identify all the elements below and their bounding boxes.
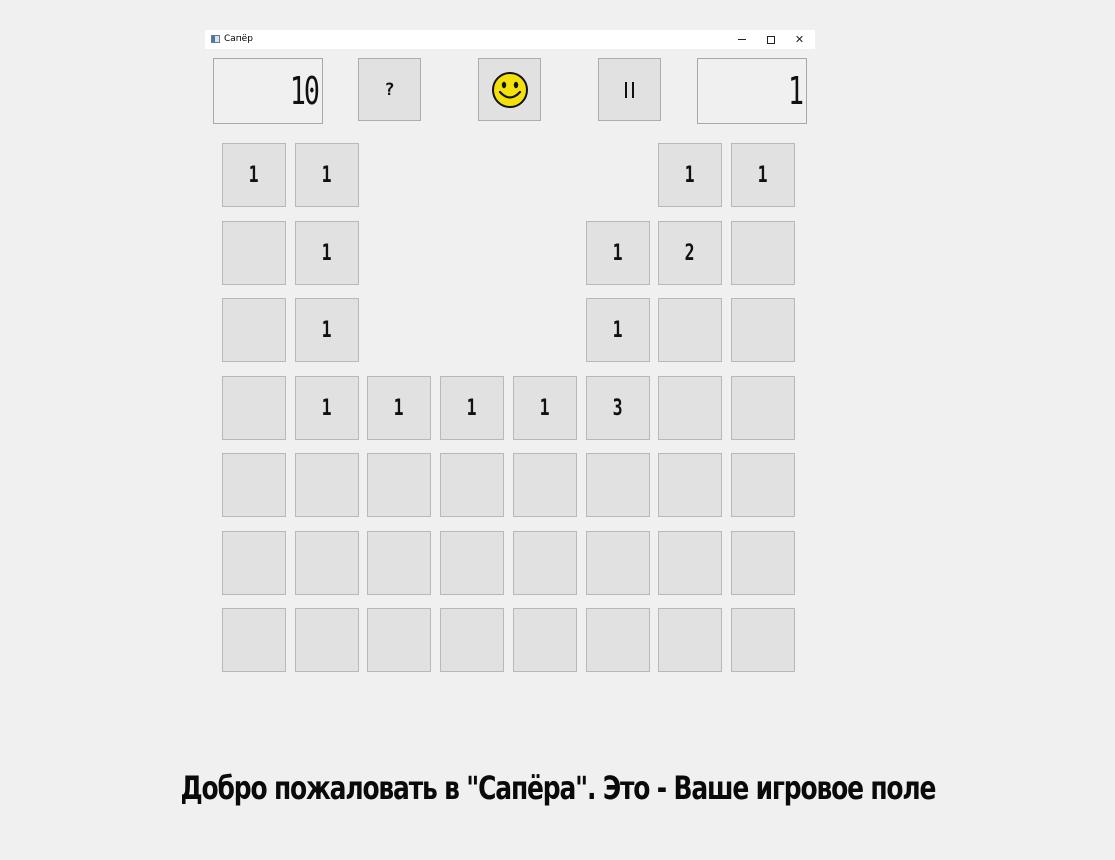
cell-number[interactable]: 1 bbox=[658, 143, 722, 207]
cell-number-label: 1 bbox=[613, 317, 623, 343]
cell-closed[interactable] bbox=[222, 453, 286, 517]
cell-number-label: 1 bbox=[322, 395, 332, 421]
new-game-button[interactable] bbox=[478, 58, 541, 121]
cell-open bbox=[367, 143, 431, 207]
app-icon bbox=[211, 35, 220, 43]
cell-closed[interactable] bbox=[295, 531, 359, 595]
cell-number[interactable]: 1 bbox=[295, 298, 359, 362]
timer-value: 1 bbox=[788, 69, 804, 113]
cell-number[interactable]: 1 bbox=[440, 376, 504, 440]
cell-number[interactable]: 1 bbox=[586, 298, 650, 362]
cell-closed[interactable] bbox=[586, 453, 650, 517]
cell-number[interactable]: 2 bbox=[658, 221, 722, 285]
cell-closed[interactable] bbox=[222, 376, 286, 440]
cell-open bbox=[367, 221, 431, 285]
maximize-button[interactable] bbox=[756, 30, 785, 49]
cell-closed[interactable] bbox=[731, 608, 795, 672]
cell-number[interactable]: 1 bbox=[295, 143, 359, 207]
cell-number-label: 2 bbox=[685, 240, 695, 266]
cell-number-label: 1 bbox=[322, 317, 332, 343]
cell-number-label: 1 bbox=[758, 162, 768, 188]
cell-number[interactable]: 1 bbox=[513, 376, 577, 440]
cell-closed[interactable] bbox=[658, 608, 722, 672]
cell-open bbox=[440, 221, 504, 285]
hint-button[interactable]: ? bbox=[358, 58, 421, 121]
app-window: Сапёр ✕ 10 ? 1 1 1 1 1 1 1 2 1 1 1 1 1 1 3 bbox=[205, 30, 815, 690]
cell-closed[interactable] bbox=[513, 531, 577, 595]
welcome-message: Добро пожаловать в "Сапёра". Это - Ваше … bbox=[0, 766, 1115, 810]
cell-closed[interactable] bbox=[658, 298, 722, 362]
cell-number[interactable]: 1 bbox=[295, 376, 359, 440]
window-title: Сапёр bbox=[224, 34, 253, 44]
minimize-icon bbox=[737, 39, 746, 40]
cell-closed[interactable] bbox=[731, 376, 795, 440]
cell-open bbox=[367, 298, 431, 362]
cell-closed[interactable] bbox=[513, 608, 577, 672]
cell-number-label: 3 bbox=[613, 395, 623, 421]
cell-closed[interactable] bbox=[658, 531, 722, 595]
cell-closed[interactable] bbox=[731, 453, 795, 517]
cell-closed[interactable] bbox=[222, 298, 286, 362]
minefield-grid: 1 1 1 1 1 1 2 1 1 1 1 1 1 3 bbox=[222, 143, 798, 673]
pause-button[interactable] bbox=[598, 58, 661, 121]
cell-open bbox=[440, 143, 504, 207]
cell-open bbox=[513, 221, 577, 285]
cell-number[interactable]: 1 bbox=[367, 376, 431, 440]
cell-open bbox=[513, 143, 577, 207]
maximize-icon bbox=[766, 35, 775, 44]
cell-open bbox=[586, 143, 650, 207]
cell-closed[interactable] bbox=[440, 608, 504, 672]
mines-counter-value: 10 bbox=[290, 69, 320, 113]
cell-closed[interactable] bbox=[440, 531, 504, 595]
cell-closed[interactable] bbox=[222, 531, 286, 595]
minimize-button[interactable] bbox=[727, 30, 756, 49]
hint-label: ? bbox=[384, 79, 395, 100]
mines-counter: 10 bbox=[213, 58, 323, 124]
timer-display: 1 bbox=[697, 58, 807, 124]
welcome-message-text: Добро пожаловать в "Сапёра". Это - Ваше … bbox=[180, 769, 936, 807]
cell-number[interactable]: 1 bbox=[295, 221, 359, 285]
smiley-face-icon bbox=[491, 71, 528, 108]
cell-number-label: 1 bbox=[540, 395, 550, 421]
cell-closed[interactable] bbox=[731, 221, 795, 285]
cell-closed[interactable] bbox=[586, 531, 650, 595]
cell-number-label: 1 bbox=[322, 240, 332, 266]
cell-number-label: 1 bbox=[685, 162, 695, 188]
close-button[interactable]: ✕ bbox=[785, 30, 814, 49]
cell-closed[interactable] bbox=[658, 376, 722, 440]
cell-closed[interactable] bbox=[586, 608, 650, 672]
cell-closed[interactable] bbox=[295, 608, 359, 672]
cell-number[interactable]: 1 bbox=[586, 221, 650, 285]
cell-closed[interactable] bbox=[222, 608, 286, 672]
cell-number-label: 1 bbox=[322, 162, 332, 188]
cell-closed[interactable] bbox=[222, 221, 286, 285]
cell-number-label: 1 bbox=[613, 240, 623, 266]
pause-icon bbox=[625, 81, 634, 98]
cell-open bbox=[440, 298, 504, 362]
close-icon: ✕ bbox=[794, 33, 805, 46]
cell-closed[interactable] bbox=[731, 298, 795, 362]
cell-closed[interactable] bbox=[367, 531, 431, 595]
cell-closed[interactable] bbox=[440, 453, 504, 517]
cell-number-label: 1 bbox=[467, 395, 477, 421]
cell-number-label: 1 bbox=[249, 162, 259, 188]
cell-closed[interactable] bbox=[658, 453, 722, 517]
cell-number[interactable]: 1 bbox=[731, 143, 795, 207]
cell-closed[interactable] bbox=[367, 453, 431, 517]
cell-number[interactable]: 3 bbox=[586, 376, 650, 440]
cell-open bbox=[513, 298, 577, 362]
cell-closed[interactable] bbox=[513, 453, 577, 517]
cell-number-label: 1 bbox=[394, 395, 404, 421]
cell-closed[interactable] bbox=[295, 453, 359, 517]
cell-closed[interactable] bbox=[367, 608, 431, 672]
cell-closed[interactable] bbox=[731, 531, 795, 595]
cell-number[interactable]: 1 bbox=[222, 143, 286, 207]
title-bar[interactable]: Сапёр ✕ bbox=[205, 30, 815, 49]
